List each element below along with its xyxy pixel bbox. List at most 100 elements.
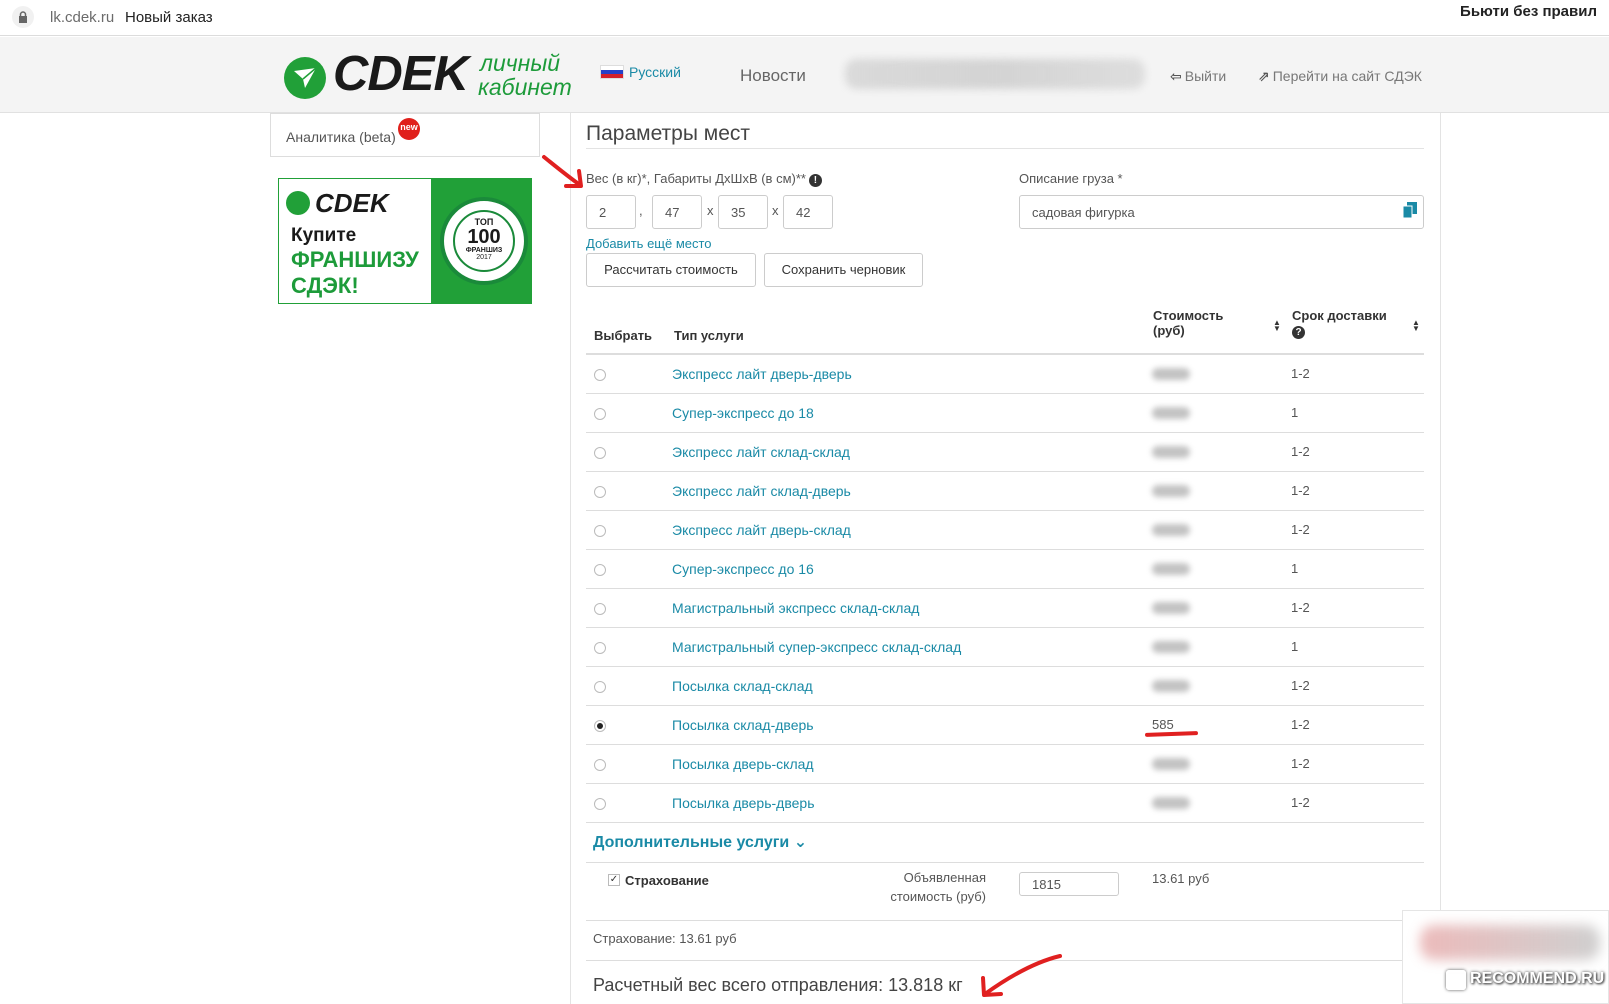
insurance-price: 13.61 руб bbox=[1152, 871, 1210, 886]
delivery-days: 1-2 bbox=[1291, 522, 1310, 537]
service-radio[interactable] bbox=[594, 447, 606, 459]
blurred-price bbox=[1152, 524, 1190, 536]
table-row[interactable]: Супер-экспресс до 16 1 bbox=[586, 550, 1424, 589]
column-header-service: Тип услуги bbox=[674, 328, 744, 343]
blurred-price bbox=[1152, 680, 1190, 692]
blurred-price bbox=[1152, 563, 1190, 575]
save-draft-button[interactable]: Сохранить черновик bbox=[764, 253, 923, 287]
service-name-link[interactable]: Магистральный супер-экспресс склад-склад bbox=[672, 639, 961, 655]
goto-site-link[interactable]: ⇗ Перейти на сайт СДЭК bbox=[1258, 68, 1422, 85]
table-row[interactable]: Посылка дверь-дверь 1-2 bbox=[586, 784, 1424, 823]
service-name-link[interactable]: Посылка склад-дверь bbox=[672, 717, 814, 733]
service-name-link[interactable]: Посылка дверь-дверь bbox=[672, 795, 814, 811]
declared-value-label: Объявленная стоимость (руб) bbox=[890, 870, 986, 904]
insurance-checkbox[interactable]: ✓ bbox=[608, 874, 620, 886]
news-link[interactable]: Новости bbox=[740, 66, 806, 86]
table-row[interactable]: Магистральный экспресс склад-склад 1-2 bbox=[586, 589, 1424, 628]
table-row[interactable]: Посылка склад-дверь 585 1-2 bbox=[586, 706, 1424, 745]
column-header-delivery[interactable]: Срок доставки? bbox=[1292, 308, 1387, 339]
table-row[interactable]: Супер-экспресс до 18 1 bbox=[586, 394, 1424, 433]
seal-number: 100 bbox=[467, 226, 501, 248]
blurred-price bbox=[1152, 797, 1190, 809]
table-row[interactable]: Экспресс лайт дверь-дверь 1-2 bbox=[586, 355, 1424, 394]
column-header-cost[interactable]: Стоимость (руб) bbox=[1153, 308, 1223, 338]
table-row[interactable]: Экспресс лайт склад-склад 1-2 bbox=[586, 433, 1424, 472]
height-input[interactable]: 42 bbox=[783, 195, 833, 229]
service-name-link[interactable]: Экспресс лайт склад-дверь bbox=[672, 483, 851, 499]
service-radio[interactable] bbox=[594, 720, 606, 732]
seal-year: 2017 bbox=[476, 254, 492, 261]
copy-document-icon[interactable] bbox=[1403, 202, 1417, 218]
logout-label: Выйти bbox=[1184, 68, 1227, 84]
times-separator: x bbox=[707, 203, 714, 218]
logo-subtitle-line1: личный bbox=[480, 50, 561, 76]
franchise-banner[interactable]: CDEK Купите ФРАНШИЗУ СДЭК! ТОП 100 ФРАНШ… bbox=[278, 178, 532, 304]
service-name-link[interactable]: Экспресс лайт склад-склад bbox=[672, 444, 850, 460]
declared-value-input[interactable]: 1815 bbox=[1019, 872, 1119, 896]
service-name-link[interactable]: Посылка склад-склад bbox=[672, 678, 813, 694]
help-icon[interactable]: ? bbox=[1292, 326, 1305, 339]
table-row[interactable]: Посылка дверь-склад 1-2 bbox=[586, 745, 1424, 784]
banner-logo-text: CDEK bbox=[315, 188, 389, 218]
main-right-border bbox=[1440, 113, 1441, 1004]
service-radio[interactable] bbox=[594, 642, 606, 654]
extra-divider bbox=[586, 862, 1424, 863]
table-row[interactable]: Посылка склад-склад 1-2 bbox=[586, 667, 1424, 706]
additional-services-toggle[interactable]: Дополнительные услуги ⌄ bbox=[593, 832, 807, 852]
banner-line3: СДЭК! bbox=[291, 273, 359, 298]
service-name-link[interactable]: Экспресс лайт дверь-склад bbox=[672, 522, 851, 538]
service-radio[interactable] bbox=[594, 369, 606, 381]
red-arrow-annotation-icon bbox=[542, 155, 583, 188]
blurred-price bbox=[1152, 641, 1190, 653]
table-row[interactable]: Магистральный супер-экспресс склад-склад… bbox=[586, 628, 1424, 667]
sort-icon[interactable]: ▲ ▼ bbox=[1273, 319, 1281, 333]
banner-logo-icon bbox=[286, 191, 310, 215]
table-row[interactable]: Экспресс лайт склад-дверь 1-2 bbox=[586, 472, 1424, 511]
total-weight: Расчетный вес всего отправления: 13.818 … bbox=[593, 975, 963, 995]
logout-link[interactable]: ⇦ Выйти bbox=[1170, 68, 1226, 85]
cargo-description-input[interactable]: садовая фигурка bbox=[1019, 195, 1424, 229]
weight-input[interactable]: 2 bbox=[586, 195, 636, 229]
service-name-link[interactable]: Экспресс лайт дверь-дверь bbox=[672, 366, 852, 382]
banner-line2: ФРАНШИЗУ bbox=[291, 247, 419, 272]
length-input[interactable]: 47 bbox=[652, 195, 702, 229]
service-radio[interactable] bbox=[594, 408, 606, 420]
width-input[interactable]: 35 bbox=[718, 195, 768, 229]
service-radio[interactable] bbox=[594, 759, 606, 771]
cdek-logo-text[interactable]: CDEK bbox=[333, 46, 469, 102]
service-radio[interactable] bbox=[594, 798, 606, 810]
new-badge: new bbox=[398, 118, 420, 140]
service-name-link[interactable]: Супер-экспресс до 18 bbox=[672, 405, 814, 421]
logout-icon: ⇦ bbox=[1170, 68, 1182, 84]
table-row[interactable]: Экспресс лайт дверь-склад 1-2 bbox=[586, 511, 1424, 550]
site-header: CDEK личный кабинет Русский Новости ⇦ Вый… bbox=[0, 37, 1609, 113]
url-text[interactable]: lk.cdek.ru bbox=[50, 9, 114, 26]
channel-title: Бьюти без правил bbox=[1460, 3, 1597, 20]
logo-subtitle-line2: кабинет bbox=[478, 74, 572, 100]
service-radio[interactable] bbox=[594, 603, 606, 615]
blurred-price bbox=[1152, 602, 1190, 614]
language-selector[interactable]: Русский bbox=[600, 64, 681, 80]
service-name-link[interactable]: Магистральный экспресс склад-склад bbox=[672, 600, 919, 616]
sidebar-item-label: Аналитика (beta) bbox=[286, 129, 396, 145]
summary-divider bbox=[586, 920, 1424, 921]
delivery-days: 1 bbox=[1291, 405, 1299, 420]
external-link-icon: ⇗ bbox=[1258, 68, 1270, 84]
top100-seal: ТОП 100 ФРАНШИЗ 2017 bbox=[440, 197, 528, 285]
sort-icon[interactable]: ▲ ▼ bbox=[1412, 319, 1420, 333]
service-radio[interactable] bbox=[594, 681, 606, 693]
blurred-price bbox=[1152, 368, 1190, 380]
service-radio[interactable] bbox=[594, 564, 606, 576]
red-arrow-annotation-icon bbox=[981, 954, 1062, 997]
service-radio[interactable] bbox=[594, 525, 606, 537]
lock-icon[interactable] bbox=[12, 6, 34, 28]
calculate-cost-button[interactable]: Рассчитать стоимость bbox=[586, 253, 756, 287]
delivery-days: 1-2 bbox=[1291, 444, 1310, 459]
add-place-link[interactable]: Добавить ещё место bbox=[586, 236, 712, 251]
info-icon[interactable]: ! bbox=[808, 174, 822, 187]
recommend-logo-icon bbox=[1446, 970, 1466, 990]
service-name-link[interactable]: Супер-экспресс до 16 bbox=[672, 561, 814, 577]
service-radio[interactable] bbox=[594, 486, 606, 498]
service-name-link[interactable]: Посылка дверь-склад bbox=[672, 756, 814, 772]
cdek-logo-icon[interactable] bbox=[284, 57, 326, 99]
